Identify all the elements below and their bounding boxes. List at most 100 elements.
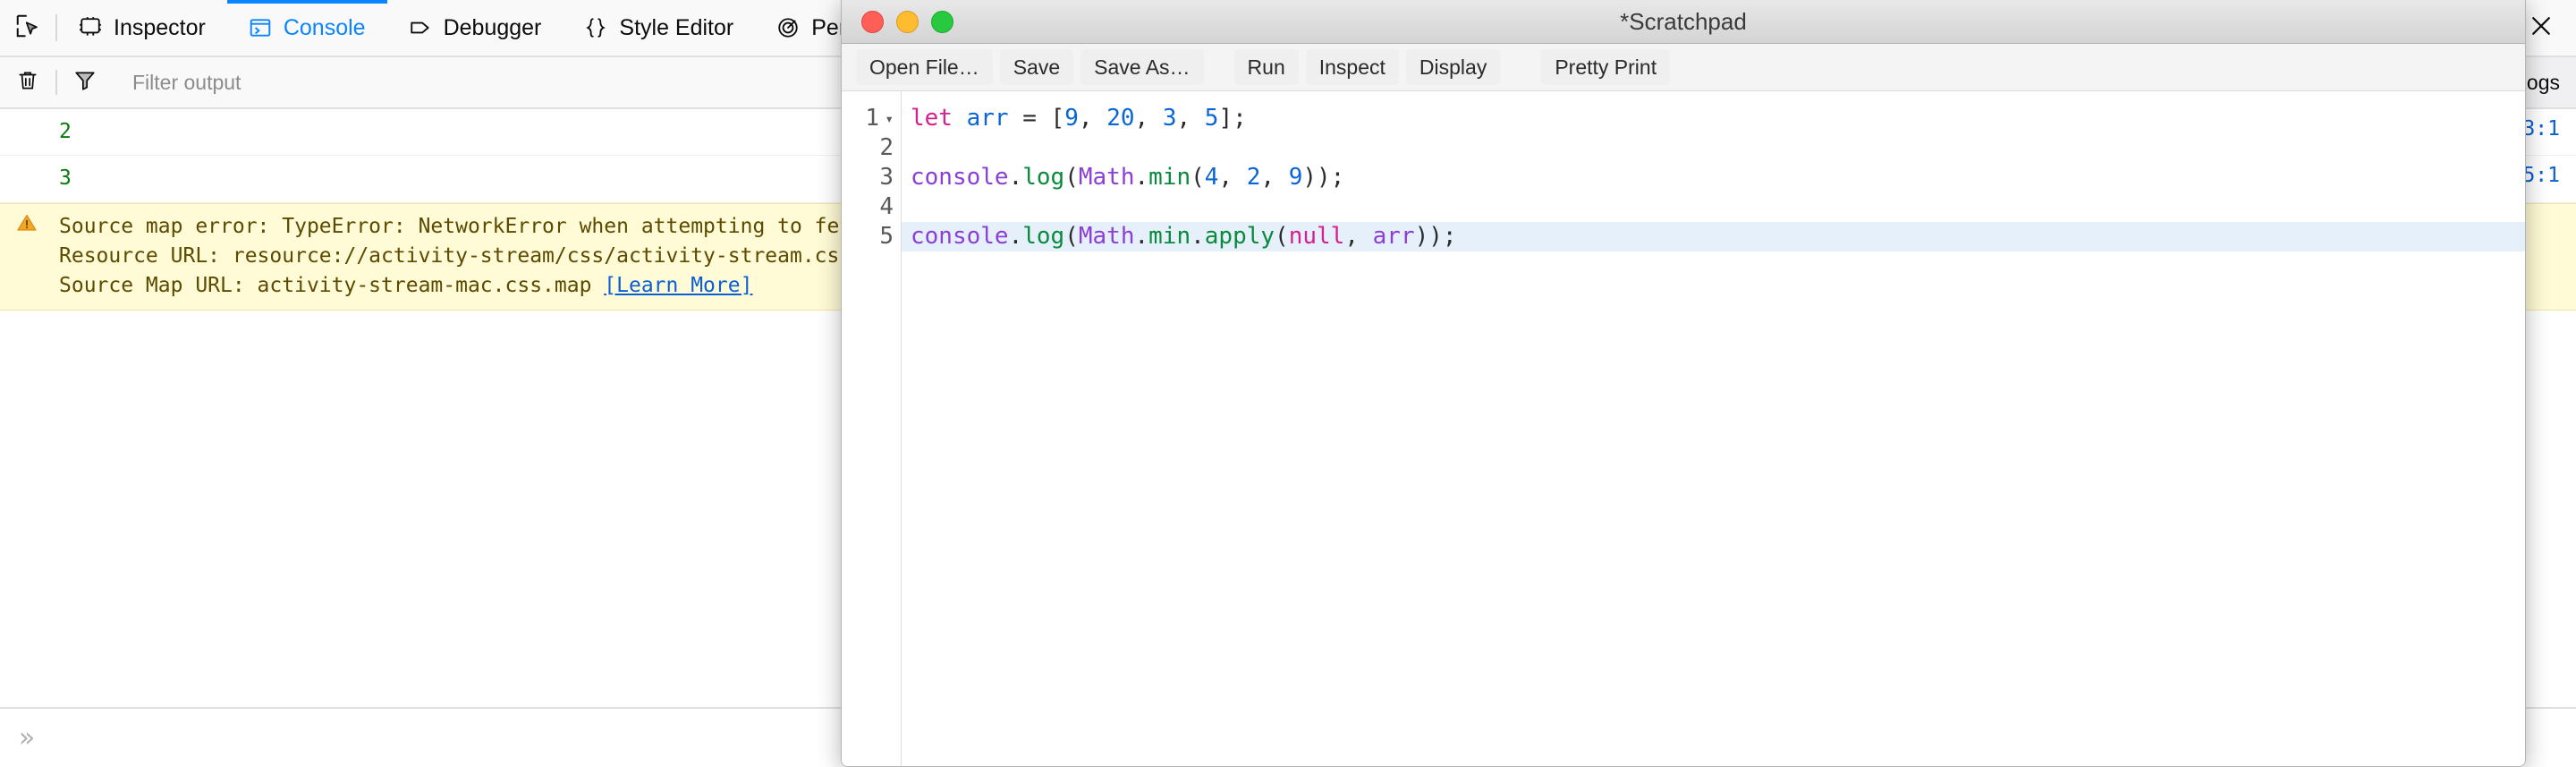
- code-token: .: [1008, 164, 1023, 191]
- code-token: 4: [1204, 164, 1219, 191]
- code-token: let: [911, 105, 953, 132]
- code-token: Math: [1078, 223, 1135, 250]
- style-editor-icon: [584, 16, 607, 39]
- code-token: 9: [1288, 164, 1303, 191]
- tab-debugger[interactable]: Debugger: [387, 0, 564, 55]
- code-token: (: [1191, 164, 1205, 191]
- warning-line-1: Source map error: TypeError: NetworkErro…: [59, 214, 877, 238]
- code-token: = [: [1008, 105, 1065, 132]
- code-token: null: [1288, 223, 1345, 250]
- code-token: arr: [1372, 223, 1415, 250]
- line-number-label: 2: [879, 134, 894, 161]
- line-number-label: 1: [865, 105, 879, 132]
- tab-style-editor[interactable]: Style Editor: [563, 0, 755, 55]
- code-token: ,: [1078, 105, 1107, 132]
- tab-console-label: Console: [283, 14, 366, 40]
- code-token: .: [1008, 223, 1023, 250]
- close-icon: [2528, 13, 2555, 44]
- warning-line-3-prefix: Source Map URL: activity-stream-mac.css.…: [59, 274, 605, 298]
- filter-toggle-button[interactable]: [57, 69, 113, 97]
- line-number-label: 5: [879, 223, 894, 250]
- code-editor[interactable]: 1 ▾ 2 3 4 5 let arr = [9, 20, 3, 5]; console.…: [842, 91, 2525, 766]
- code-token: ,: [1344, 223, 1373, 250]
- inspect-button[interactable]: Inspect: [1305, 48, 1399, 86]
- window-title: *Scratchpad: [1620, 7, 1747, 35]
- debugger-icon: [409, 16, 432, 39]
- funnel-icon: [73, 69, 97, 97]
- code-line[interactable]: console. log(Math. min(4, 2, 9));: [902, 163, 2525, 192]
- clear-console-button[interactable]: [0, 69, 55, 97]
- console-source-link[interactable]: [2549, 204, 2576, 212]
- code-line[interactable]: let arr = [9, 20, 3, 5];: [902, 104, 2525, 133]
- window-maximize-button[interactable]: [931, 10, 953, 33]
- line-number-label: 4: [879, 193, 894, 220]
- code-token: 5: [1204, 105, 1219, 132]
- save-as-button[interactable]: Save As…: [1080, 48, 1204, 86]
- code-token: log: [1022, 223, 1065, 250]
- code-token: ,: [1134, 105, 1163, 132]
- code-token: (: [1064, 223, 1079, 250]
- prompt-chevron-icon: »: [18, 721, 36, 754]
- line-number: 2: [842, 133, 901, 163]
- inspector-icon: [79, 16, 102, 39]
- window-controls: [842, 10, 953, 33]
- save-button[interactable]: Save: [999, 48, 1074, 86]
- code-token: 3: [1162, 105, 1177, 132]
- open-file-button[interactable]: Open File…: [856, 48, 993, 86]
- code-line[interactable]: console. log(Math. min. apply(null, arr));: [902, 222, 2525, 251]
- code-token: log: [1022, 164, 1065, 191]
- window-close-button[interactable]: [861, 10, 884, 33]
- code-token: ));: [1302, 164, 1345, 191]
- warning-line-2: Resource URL: resource://activity-stream…: [59, 244, 852, 268]
- line-number-label: 3: [879, 164, 894, 191]
- line-number-gutter: 1 ▾ 2 3 4 5: [842, 91, 902, 766]
- line-number: 5: [842, 222, 901, 251]
- learn-more-link[interactable]: [Learn More]: [604, 274, 752, 297]
- element-picker-button[interactable]: [0, 0, 55, 55]
- tab-inspector[interactable]: Inspector: [57, 0, 227, 55]
- line-number: 3: [842, 163, 901, 192]
- code-token: (: [1064, 164, 1079, 191]
- code-content[interactable]: let arr = [9, 20, 3, 5]; console. log(Mat…: [902, 91, 2525, 766]
- tab-debugger-label: Debugger: [443, 14, 542, 40]
- message-gutter: [0, 156, 54, 164]
- run-button[interactable]: Run: [1233, 48, 1299, 86]
- code-token: ));: [1414, 223, 1457, 250]
- code-token: 20: [1106, 105, 1135, 132]
- code-token: .: [1191, 223, 1205, 250]
- window-minimize-button[interactable]: [896, 10, 919, 33]
- performance-icon: [776, 16, 800, 39]
- pretty-print-button[interactable]: Pretty Print: [1541, 48, 1671, 86]
- display-button[interactable]: Display: [1405, 48, 1501, 86]
- code-line[interactable]: [902, 192, 2525, 222]
- code-token: .: [1134, 164, 1149, 191]
- line-number: 4: [842, 192, 901, 222]
- code-line[interactable]: [902, 133, 2525, 163]
- message-gutter: [0, 109, 54, 117]
- code-token: ];: [1218, 105, 1247, 132]
- code-token: 2: [1246, 164, 1261, 191]
- code-token: ,: [1176, 105, 1205, 132]
- element-picker-icon: [14, 13, 41, 44]
- code-token: ,: [1260, 164, 1289, 191]
- scratchpad-titlebar[interactable]: *Scratchpad: [842, 0, 2525, 44]
- tab-style-editor-label: Style Editor: [619, 14, 734, 40]
- console-icon: [249, 16, 272, 39]
- code-token: ,: [1218, 164, 1247, 191]
- code-token: 9: [1064, 105, 1079, 132]
- code-token: console: [911, 164, 1009, 191]
- code-token: console: [911, 223, 1009, 250]
- fold-caret-icon[interactable]: ▾: [883, 111, 894, 126]
- scratchpad-toolbar: Open File… Save Save As… Run Inspect Dis…: [842, 44, 2525, 91]
- tab-console[interactable]: Console: [227, 0, 387, 55]
- code-token: min: [1148, 223, 1191, 250]
- code-token: arr: [966, 105, 1009, 132]
- line-number: 1 ▾: [842, 104, 901, 133]
- trash-icon: [16, 69, 39, 97]
- tab-inspector-label: Inspector: [114, 14, 206, 40]
- code-token: .: [1134, 223, 1149, 250]
- code-token: (: [1275, 223, 1289, 250]
- code-token: min: [1148, 164, 1191, 191]
- scratchpad-window: *Scratchpad Open File… Save Save As… Run…: [841, 0, 2526, 767]
